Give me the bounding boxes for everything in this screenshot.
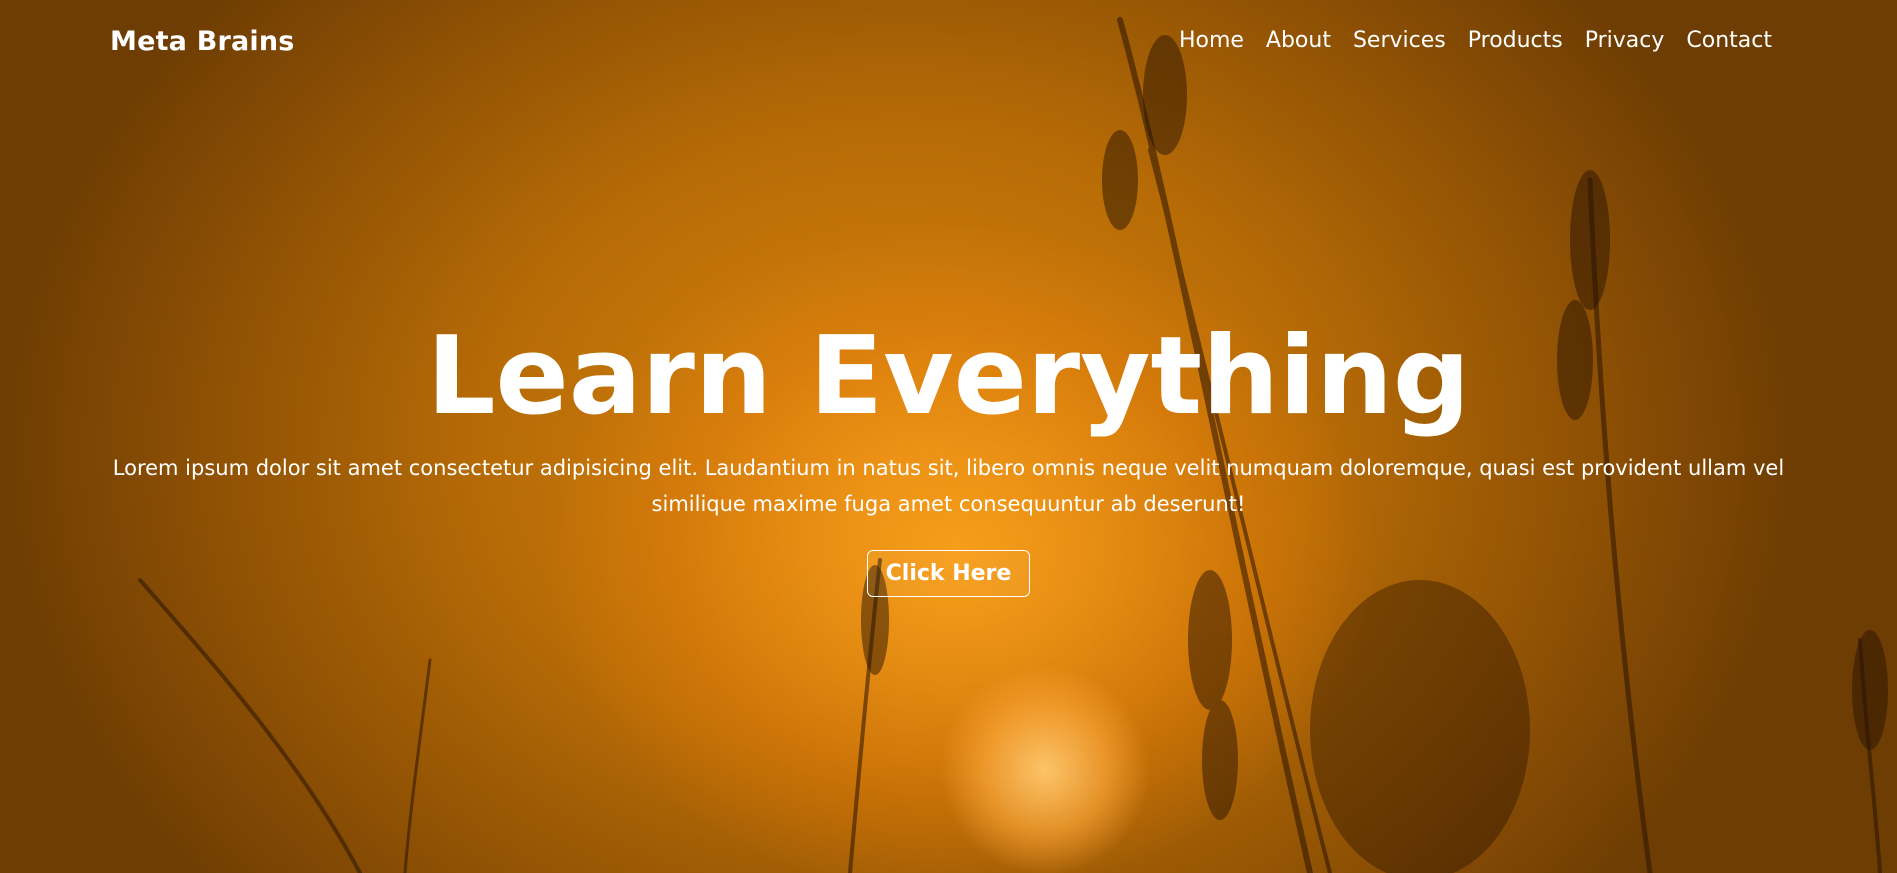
- nav-links: Home About Services Products Privacy Con…: [1179, 28, 1772, 53]
- top-navbar: Meta Brains Home About Services Products…: [0, 0, 1897, 86]
- brand-logo[interactable]: Meta Brains: [110, 26, 295, 57]
- nav-contact-link[interactable]: Contact: [1686, 28, 1772, 53]
- hero-content: Learn Everything Lorem ipsum dolor sit a…: [0, 318, 1897, 597]
- nav-about-link[interactable]: About: [1266, 28, 1331, 53]
- click-here-button[interactable]: Click Here: [866, 550, 1031, 597]
- hero-description: Lorem ipsum dolor sit amet consectetur a…: [112, 456, 1785, 516]
- hero-title: Learn Everything: [426, 314, 1471, 439]
- hero-section: Meta Brains Home About Services Products…: [0, 0, 1897, 873]
- nav-home-link[interactable]: Home: [1179, 28, 1244, 53]
- nav-services-link[interactable]: Services: [1353, 28, 1446, 53]
- nav-products-link[interactable]: Products: [1468, 28, 1563, 53]
- nav-privacy-link[interactable]: Privacy: [1585, 28, 1665, 53]
